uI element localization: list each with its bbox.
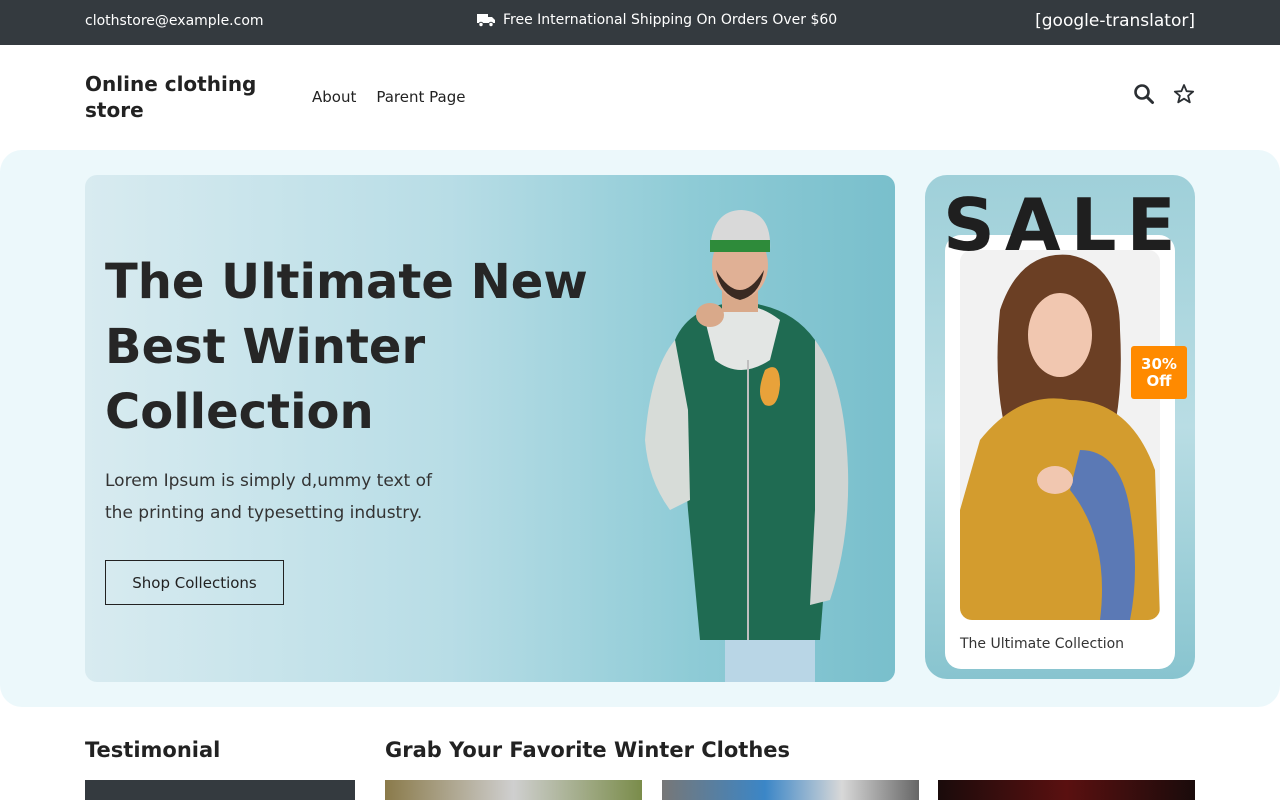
testimonial-card [85, 780, 355, 800]
star-icon[interactable] [1173, 83, 1195, 105]
product-thumbnail[interactable] [938, 780, 1195, 800]
hero-description: Lorem Ipsum is simply d,ummy text of the… [105, 471, 433, 523]
favorites-heading: Grab Your Favorite Winter Clothes [385, 738, 791, 762]
hero-section: The Ultimate New Best Winter Collection … [0, 150, 1280, 707]
contact-email[interactable]: clothstore@example.com [85, 13, 264, 29]
hero-model-image [645, 210, 849, 682]
hero-banner: The Ultimate New Best Winter Collection … [85, 175, 895, 682]
product-thumbnail[interactable] [662, 780, 919, 800]
site-header: Online clothing store About Parent Page [0, 45, 1280, 150]
shipping-text: Free International Shipping On Orders Ov… [503, 12, 838, 28]
sale-product-card[interactable]: The Ultimate Collection [945, 235, 1175, 669]
search-icon[interactable] [1133, 83, 1155, 105]
truck-icon [477, 14, 495, 27]
nav-item-about[interactable]: About [312, 88, 356, 106]
hero-title: The Ultimate New Best Winter Collection [105, 254, 588, 440]
main-nav: About Parent Page [312, 88, 465, 106]
sale-card[interactable]: SALE The Ultimate Collection 30% Off [925, 175, 1195, 679]
sale-heading: SALE [943, 183, 1186, 267]
top-bar: clothstore@example.com Free Internationa… [0, 0, 1280, 45]
site-title[interactable]: Online clothing store [85, 71, 275, 123]
sale-product-image [960, 250, 1160, 620]
nav-item-parent-page[interactable]: Parent Page [376, 88, 465, 106]
shipping-notice: Free International Shipping On Orders Ov… [477, 12, 837, 28]
product-thumbnail[interactable] [385, 780, 642, 800]
sale-caption[interactable]: The Ultimate Collection [960, 636, 1124, 652]
header-icons [1133, 83, 1195, 105]
shop-collections-button[interactable]: Shop Collections [105, 560, 284, 605]
discount-badge: 30% Off [1131, 346, 1187, 399]
discount-percent: 30% [1141, 354, 1177, 373]
google-translator[interactable]: [google-translator] [1035, 11, 1195, 31]
discount-off: Off [1146, 371, 1172, 390]
testimonial-heading: Testimonial [85, 738, 221, 762]
